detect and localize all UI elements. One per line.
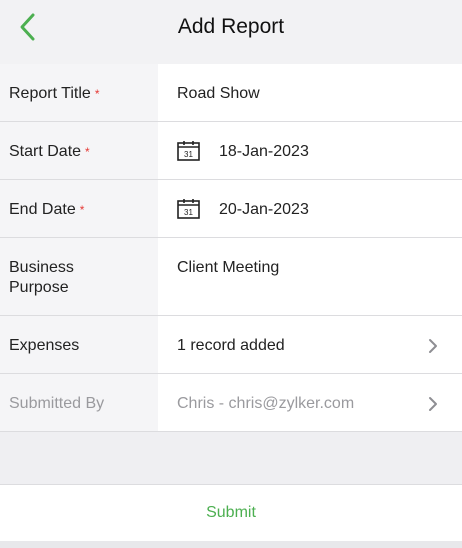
calendar-icon[interactable]: 31 (177, 140, 200, 161)
submit-button[interactable]: Submit (0, 504, 462, 522)
expenses-label: Expenses (9, 337, 80, 354)
required-marker: * (79, 203, 85, 217)
calendar-icon[interactable]: 31 (177, 198, 200, 219)
chevron-right-icon[interactable] (428, 338, 438, 354)
report-title-label: Report Title (9, 85, 91, 102)
report-title-label-cell: Report Title * (0, 64, 158, 121)
submitted-by-value: Chris - chris@zylker.com (177, 395, 355, 412)
business-purpose-value: Client Meeting (177, 259, 280, 276)
report-title-field[interactable]: Road Show (158, 64, 462, 121)
end-date-label: End Date (9, 201, 76, 218)
bottom-edge (0, 541, 462, 548)
calendar-day-text: 31 (184, 150, 193, 159)
required-marker: * (94, 87, 100, 101)
expenses-value: 1 record added (177, 337, 285, 354)
report-title-value: Road Show (177, 85, 260, 102)
page-title: Add Report (177, 15, 285, 38)
expenses-label-cell: Expenses (0, 316, 158, 373)
calendar-day-text: 31 (184, 208, 193, 217)
submitted-by-row[interactable]: Submitted By Chris - chris@zylker.com (0, 374, 462, 432)
expenses-row[interactable]: Expenses 1 record added (0, 316, 462, 374)
end-date-row: End Date * 31 20-Jan-2023 (0, 180, 462, 238)
footer-bar: Submit (0, 484, 462, 541)
start-date-row: Start Date * 31 18-Jan-2023 (0, 122, 462, 180)
start-date-label: Start Date (9, 143, 82, 160)
spacer (0, 432, 462, 484)
business-purpose-label-cell: Business Purpose (0, 238, 158, 315)
business-purpose-label-line2: Purpose (9, 279, 69, 296)
chevron-right-icon[interactable] (428, 396, 438, 412)
end-date-label-cell: End Date * (0, 180, 158, 237)
report-title-row: Report Title * Road Show (0, 64, 462, 122)
required-marker: * (85, 145, 90, 159)
expenses-field[interactable]: 1 record added (158, 316, 462, 373)
business-purpose-field[interactable]: Client Meeting (158, 238, 462, 315)
end-date-field[interactable]: 31 20-Jan-2023 (158, 180, 462, 237)
header-bar: Add Report (0, 0, 462, 58)
business-purpose-row: Business Purpose Client Meeting (0, 238, 462, 316)
start-date-value: 18-Jan-2023 (219, 143, 309, 160)
start-date-field[interactable]: 31 18-Jan-2023 (158, 122, 462, 179)
submitted-by-field[interactable]: Chris - chris@zylker.com (158, 374, 462, 431)
submitted-by-label: Submitted By (9, 395, 105, 412)
business-purpose-label-line1: Business (9, 259, 74, 276)
end-date-value: 20-Jan-2023 (219, 201, 309, 218)
submitted-by-label-cell: Submitted By (0, 374, 158, 431)
report-form: Report Title * Road Show Start Date * 31 1… (0, 64, 462, 432)
start-date-label-cell: Start Date * (0, 122, 158, 179)
